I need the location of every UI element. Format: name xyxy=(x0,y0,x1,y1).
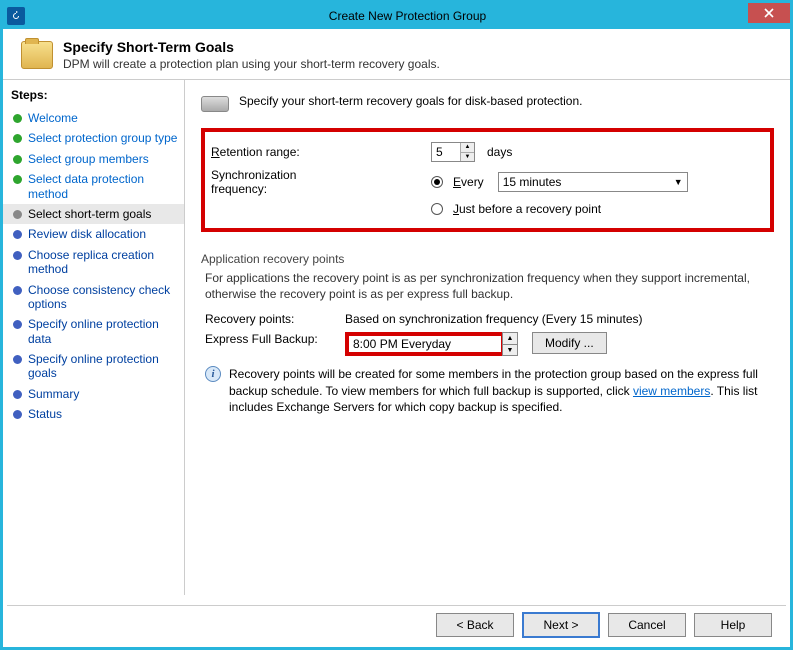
step-bullet-icon xyxy=(13,286,22,295)
wizard-step[interactable]: Specify online protection data xyxy=(3,314,184,349)
arp-heading: Application recovery points xyxy=(201,252,774,266)
retention-sync-group: Retention range: 5 ▲▼ days Synchronizati… xyxy=(201,128,774,232)
step-label: Status xyxy=(28,407,62,421)
wizard-step[interactable]: Select protection group type xyxy=(3,128,184,148)
express-value: 8:00 PM Everyday xyxy=(353,337,451,351)
arp-description: For applications the recovery point is a… xyxy=(205,270,770,302)
info-icon: i xyxy=(205,366,221,382)
modify-button[interactable]: Modify ... xyxy=(532,332,607,354)
wizard-step[interactable]: Specify online protection goals xyxy=(3,349,184,384)
step-label: Choose replica creation method xyxy=(28,248,178,277)
wizard-step: Select short-term goals xyxy=(3,204,184,224)
view-members-link[interactable]: view members xyxy=(633,384,710,398)
window-frame: Create New Protection Group Specify Shor… xyxy=(0,0,793,650)
wizard-step[interactable]: Status xyxy=(3,404,184,424)
page-title: Specify Short-Term Goals xyxy=(63,39,440,55)
retention-spinner[interactable]: ▲▼ xyxy=(460,143,474,161)
retention-value: 5 xyxy=(436,145,443,159)
retention-label: Retention range: xyxy=(211,145,351,159)
step-bullet-icon xyxy=(13,155,22,164)
wizard-step[interactable]: Review disk allocation xyxy=(3,224,184,244)
sync-interval-select[interactable]: 15 minutes ▼ xyxy=(498,172,688,192)
step-label: Choose consistency check options xyxy=(28,283,178,312)
wizard-step[interactable]: Welcome xyxy=(3,108,184,128)
steps-heading: Steps: xyxy=(3,84,184,108)
recovery-points-label: Recovery points: xyxy=(205,312,345,326)
intro-text: Specify your short-term recovery goals f… xyxy=(239,94,582,108)
sync-justbefore-label: Just before a recovery point xyxy=(453,202,601,216)
back-button[interactable]: < Back xyxy=(436,613,514,637)
help-button[interactable]: Help xyxy=(694,613,772,637)
retention-unit: days xyxy=(487,145,512,159)
wizard-step[interactable]: Choose replica creation method xyxy=(3,245,184,280)
disk-icon xyxy=(201,96,229,112)
main-panel: Specify your short-term recovery goals f… xyxy=(185,80,790,595)
step-label: Select short-term goals xyxy=(28,207,151,221)
step-label: Specify online protection data xyxy=(28,317,178,346)
step-label: Select group members xyxy=(28,152,149,166)
express-schedule-list[interactable]: 8:00 PM Everyday xyxy=(345,332,505,356)
wizard-footer: < Back Next > Cancel Help xyxy=(7,605,786,643)
wizard-step[interactable]: Select data protection method xyxy=(3,169,184,204)
step-bullet-icon xyxy=(13,390,22,399)
express-scroll[interactable]: ▲▼ xyxy=(502,332,518,356)
step-label: Review disk allocation xyxy=(28,227,146,241)
step-bullet-icon xyxy=(13,175,22,184)
step-label: Summary xyxy=(28,387,79,401)
sync-every-label: Every xyxy=(453,175,484,189)
sync-interval-value: 15 minutes xyxy=(503,175,562,189)
title-bar: Create New Protection Group xyxy=(3,3,790,29)
body: Steps: Welcome Select protection group ty… xyxy=(3,79,790,595)
sync-every-radio[interactable] xyxy=(431,176,443,188)
info-note: i Recovery points will be created for so… xyxy=(205,366,770,415)
folder-icon xyxy=(21,41,53,69)
step-bullet-icon xyxy=(13,410,22,419)
step-bullet-icon xyxy=(13,134,22,143)
cancel-button[interactable]: Cancel xyxy=(608,613,686,637)
next-button[interactable]: Next > xyxy=(522,612,600,638)
step-bullet-icon xyxy=(13,210,22,219)
recovery-points-value: Based on synchronization frequency (Ever… xyxy=(345,312,643,326)
steps-panel: Steps: Welcome Select protection group ty… xyxy=(3,80,185,595)
step-label: Select protection group type xyxy=(28,131,177,145)
page-header: Specify Short-Term Goals DPM will create… xyxy=(3,29,790,79)
express-label: Express Full Backup: xyxy=(205,332,345,346)
wizard-step[interactable]: Summary xyxy=(3,384,184,404)
step-label: Specify online protection goals xyxy=(28,352,178,381)
step-bullet-icon xyxy=(13,230,22,239)
sync-label: Synchronization frequency: xyxy=(211,168,351,196)
wizard-step[interactable]: Choose consistency check options xyxy=(3,280,184,315)
app-recovery-group: Application recovery points For applicat… xyxy=(201,250,774,415)
retention-input[interactable]: 5 ▲▼ xyxy=(431,142,475,162)
window-title: Create New Protection Group xyxy=(25,9,790,23)
close-button[interactable] xyxy=(748,3,790,23)
app-icon xyxy=(7,7,25,25)
chevron-down-icon: ▼ xyxy=(674,177,683,187)
step-bullet-icon xyxy=(13,355,22,364)
wizard-step[interactable]: Select group members xyxy=(3,149,184,169)
step-bullet-icon xyxy=(13,251,22,260)
page-subtitle: DPM will create a protection plan using … xyxy=(63,57,440,71)
step-bullet-icon xyxy=(13,320,22,329)
step-label: Welcome xyxy=(28,111,78,125)
step-label: Select data protection method xyxy=(28,172,178,201)
step-bullet-icon xyxy=(13,114,22,123)
sync-justbefore-radio[interactable] xyxy=(431,203,443,215)
